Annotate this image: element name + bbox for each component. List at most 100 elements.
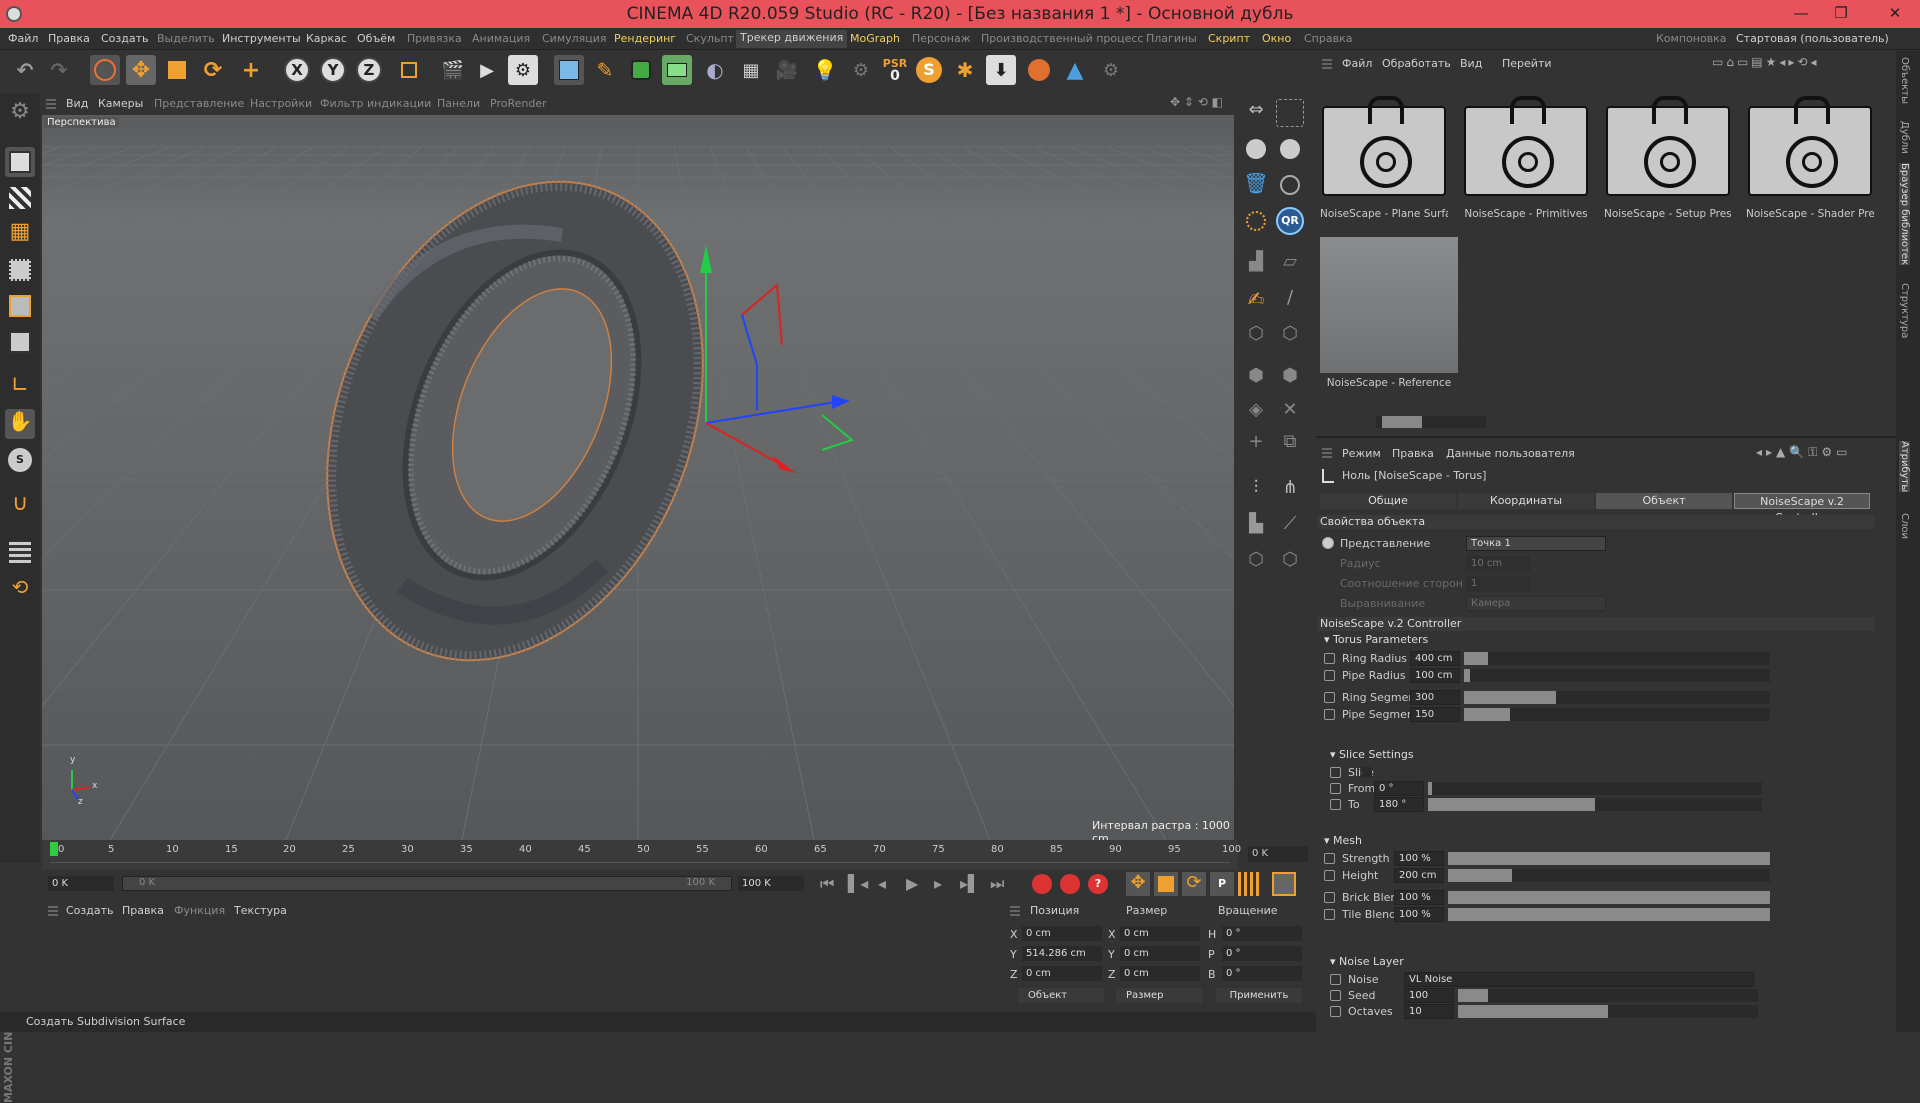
edges-mode-icon[interactable] [5, 291, 35, 321]
cube-wire2-icon[interactable]: ⬡ [1276, 323, 1304, 351]
prop-aspect-field[interactable]: 1 [1466, 576, 1530, 591]
slice-param-checkbox[interactable] [1362, 767, 1372, 777]
redo-icon[interactable]: ↷ [44, 55, 74, 85]
menu-character[interactable]: Персонаж [912, 32, 971, 45]
move-tool-icon[interactable]: ✥ [126, 55, 156, 85]
snap-button[interactable]: S [914, 55, 944, 85]
plugin-icon[interactable]: ⚙ [1096, 55, 1126, 85]
light-icon[interactable]: 💡 [810, 55, 840, 85]
viewport-menu-display[interactable]: Представление [154, 97, 244, 110]
workplane-icon[interactable]: ⬇ [986, 55, 1016, 85]
key-pla-icon[interactable] [1238, 872, 1262, 896]
torus-param-field[interactable]: 300 [1410, 690, 1460, 705]
polygons-mode-icon[interactable] [5, 327, 35, 357]
paint-icon[interactable]: ⟋ [1276, 513, 1304, 541]
animate-toggle-icon[interactable] [1324, 909, 1335, 920]
timeline-ruler[interactable]: 0 5 10 15 20 25 30 35 40 45 50 55 60 65 … [42, 840, 1308, 870]
snap-mode-icon[interactable]: S [5, 445, 35, 475]
next-key-icon[interactable]: ▸▌ [960, 874, 980, 893]
generator-icon[interactable] [662, 55, 692, 85]
radio-icon[interactable] [1322, 537, 1334, 549]
animate-toggle-icon[interactable] [1330, 990, 1341, 1001]
cross-arrows-icon[interactable]: ✕ [1276, 399, 1304, 427]
rot-h-field[interactable]: 0 ° [1222, 926, 1302, 941]
material-menu-create[interactable]: Создать [66, 904, 114, 917]
region-icon[interactable] [1276, 99, 1304, 127]
maximize-button[interactable]: ❐ [1822, 0, 1860, 26]
current-frame-field[interactable]: 0 K [1248, 846, 1308, 862]
menu-file[interactable]: Файл [8, 32, 38, 45]
torus-parameters-header[interactable]: ▾ Torus Parameters [1324, 633, 1872, 647]
mesh-param-slider[interactable] [1448, 908, 1770, 921]
attr-menu-userdata[interactable]: Данные пользователя [1446, 447, 1575, 460]
box2-icon[interactable]: ⬡ [1276, 549, 1304, 577]
viewport-menu-filter[interactable]: Фильтр индикации [320, 97, 431, 110]
slice-param-slider[interactable] [1428, 798, 1762, 811]
texture-mode-icon[interactable] [5, 183, 35, 213]
rot-b-field[interactable]: 0 ° [1222, 966, 1302, 981]
pos-z-field[interactable]: 0 cm [1022, 966, 1102, 981]
go-end-icon[interactable]: ⏭ [990, 874, 1004, 894]
menu-mesh[interactable]: Каркас [306, 32, 347, 45]
noise-param-field[interactable]: VL Noise [1404, 972, 1754, 987]
points-mode-icon[interactable] [5, 255, 35, 285]
material-menu-texture[interactable]: Текстура [234, 904, 287, 917]
cube-wire-icon[interactable]: ⬡ [1242, 323, 1270, 351]
animate-toggle-icon[interactable] [1330, 974, 1341, 985]
menu-animate[interactable]: Анимация [472, 32, 530, 45]
side-tab-takes[interactable]: Дубли [1899, 121, 1910, 154]
viewport-menu-view[interactable]: Вид [66, 97, 88, 110]
animate-toggle-icon[interactable] [1324, 653, 1335, 664]
record-icon[interactable] [1032, 874, 1052, 894]
cube-primitive-icon[interactable] [554, 55, 584, 85]
animate-toggle-icon[interactable] [1330, 783, 1341, 794]
key-rotate-icon[interactable]: ⟳ [1182, 872, 1206, 896]
viewport-nav-icons[interactable]: ✥ ⇕ ⟲ ◧ [1170, 95, 1223, 109]
magnet-icon[interactable]: ∪ [5, 491, 35, 521]
tab-basic[interactable]: Общие [1320, 493, 1456, 509]
browser-menu-process[interactable]: Обработать [1382, 57, 1451, 70]
menu-sculpt[interactable]: Скульпт [686, 32, 734, 45]
grid-lock-icon[interactable] [5, 537, 35, 567]
prop-radius-field[interactable]: 10 cm [1466, 556, 1530, 571]
key-scale-icon[interactable] [1154, 872, 1178, 896]
prop-display-dropdown[interactable]: Точка 1 [1466, 536, 1606, 551]
menu-snap[interactable]: Привязка [407, 32, 462, 45]
bounding-icon[interactable]: ⇔ [1242, 99, 1270, 127]
animate-toggle-icon[interactable] [1324, 892, 1335, 903]
floor-icon[interactable]: ▦ [736, 55, 766, 85]
range-slider[interactable]: 0 K 100 K [122, 876, 732, 891]
rot-p-field[interactable]: 0 ° [1222, 946, 1302, 961]
psr-button[interactable]: PSR 0 [880, 55, 910, 85]
box-icon[interactable]: ⬡ [1242, 549, 1270, 577]
noise-param-slider[interactable] [1458, 1005, 1758, 1018]
undo-icon[interactable]: ↶ [10, 55, 40, 85]
material-menu-edit[interactable]: Правка [122, 904, 164, 917]
menu-render[interactable]: Рендеринг [614, 32, 676, 45]
subdivision-icon[interactable] [626, 55, 656, 85]
pyramid-icon[interactable]: ▲ [1060, 55, 1090, 85]
side-tab-layers[interactable]: Слои [1899, 513, 1910, 539]
brush-icon[interactable]: ✍ [1242, 287, 1270, 315]
stair-icon[interactable]: ▟ [1242, 251, 1270, 279]
material-menu-function[interactable]: Функция [174, 904, 225, 917]
slice-param-field[interactable]: 180 ° [1374, 797, 1424, 812]
menu-mograph[interactable]: MoGraph [850, 32, 900, 45]
menu-volume[interactable]: Объём [357, 32, 395, 45]
sphere-icon[interactable] [1242, 135, 1270, 163]
autokey-icon[interactable] [1060, 874, 1080, 894]
noise-param-slider[interactable] [1458, 989, 1758, 1002]
coordinate-system-icon[interactable] [394, 55, 424, 85]
cube-split-icon[interactable]: ⬢ [1242, 365, 1270, 393]
keyframe-help-icon[interactable]: ? [1088, 874, 1108, 894]
torus-param-slider[interactable] [1464, 669, 1770, 682]
plane-icon[interactable]: ▱ [1276, 251, 1304, 279]
mesh-param-slider[interactable] [1448, 891, 1770, 904]
preset-card[interactable]: NoiseScape - Shader Pres... [1746, 96, 1874, 220]
tag-icon[interactable]: ⚙ [846, 55, 876, 85]
mesh-header[interactable]: ▾ Mesh [1324, 834, 1872, 848]
slice-param-field[interactable]: 0 ° [1374, 781, 1424, 796]
menu-create[interactable]: Создать [101, 32, 149, 45]
model-mode-icon[interactable] [5, 147, 35, 177]
axis-y-button[interactable]: Y [320, 57, 346, 83]
